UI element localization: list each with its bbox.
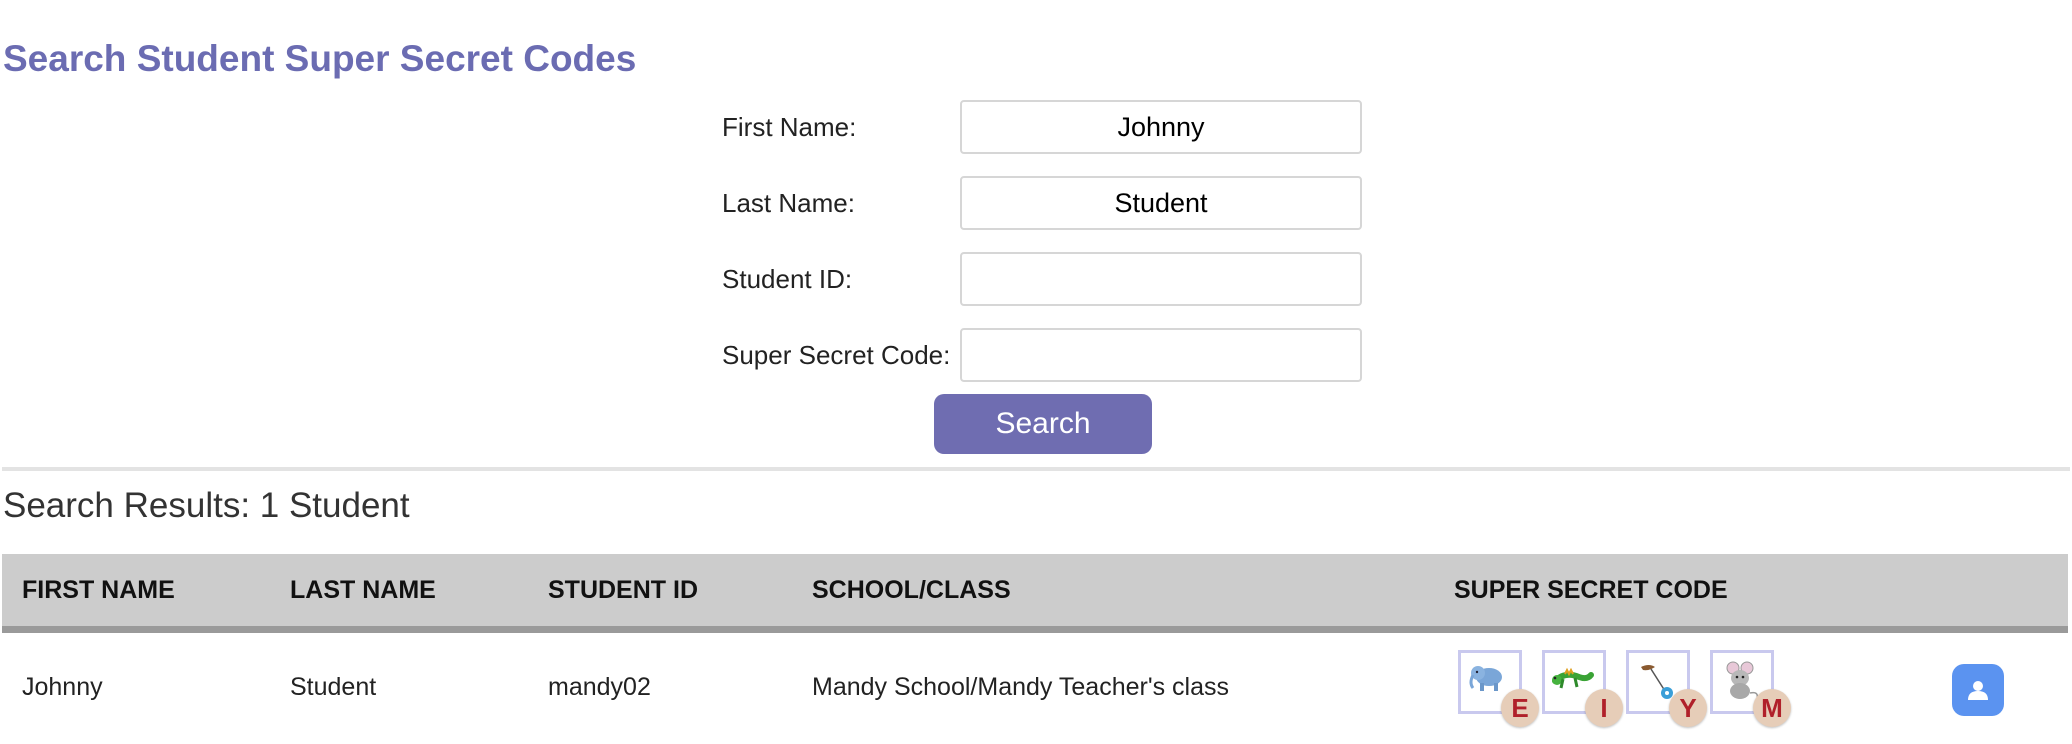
iguana-icon [1552, 667, 1594, 689]
table-row[interactable]: Johnny Student mandy02 Mandy School/Mand… [2, 633, 2068, 744]
secret-code-field[interactable] [960, 328, 1362, 382]
student-id-field[interactable] [960, 252, 1362, 306]
secret-code-label: Super Secret Code: [722, 340, 951, 370]
column-header-student-id: STUDENT ID [548, 576, 698, 604]
search-button[interactable]: Search [934, 394, 1152, 454]
code-tile: M [1710, 650, 1791, 727]
cell-student-id: mandy02 [548, 673, 651, 701]
code-tile: E [1458, 650, 1539, 727]
first-name-field[interactable] [960, 100, 1362, 154]
column-header-last-name: LAST NAME [290, 576, 436, 604]
cell-last-name: Student [290, 673, 377, 701]
column-header-first-name: FIRST NAME [22, 576, 175, 604]
code-letter-badge: Y [1669, 689, 1707, 727]
elephant-icon [1469, 666, 1502, 691]
student-id-label: Student ID: [722, 264, 853, 294]
last-name-field[interactable] [960, 176, 1362, 230]
student-profile-button[interactable] [1952, 664, 2004, 716]
last-name-label: Last Name: [722, 188, 855, 218]
code-letter-badge: E [1501, 689, 1539, 727]
page-title: Search Student Super Secret Codes [3, 38, 637, 79]
column-header-school-class: SCHOOL/CLASS [812, 576, 1011, 604]
results-heading: Search Results: 1 Student [3, 486, 410, 525]
section-divider [2, 467, 2070, 471]
column-header-secret-code: SUPER SECRET CODE [1454, 576, 1728, 604]
cell-school-class: Mandy School/Mandy Teacher's class [812, 673, 1230, 701]
code-tile: Y [1626, 650, 1707, 727]
person-icon [1968, 681, 1988, 700]
code-tile: I [1542, 650, 1623, 727]
cell-first-name: Johnny [22, 673, 103, 701]
code-letter-badge: I [1585, 689, 1623, 727]
first-name-label: First Name: [722, 112, 857, 142]
results-table-header: FIRST NAME LAST NAME STUDENT ID SCHOOL/C… [2, 554, 2068, 633]
code-letter-badge: M [1753, 689, 1791, 727]
